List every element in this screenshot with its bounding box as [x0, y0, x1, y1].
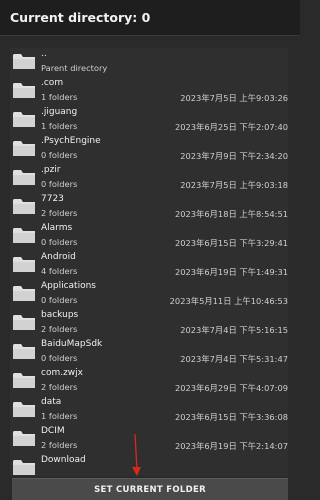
list-item[interactable]: com.zwjx 2 folders 2023年6月29日 下午4:07:09 — [10, 367, 288, 396]
folder-icon — [13, 199, 35, 214]
folder-count: 2 folders — [41, 208, 78, 218]
list-item[interactable]: Download — [10, 454, 288, 476]
folder-count: 0 folders — [41, 150, 78, 160]
folder-icon — [13, 170, 35, 185]
list-item[interactable]: .com 1 folders 2023年7月5日 上午9:03:26 — [10, 77, 288, 106]
list-item[interactable]: .jiguang 1 folders 2023年6月25日 下午2:07:40 — [10, 106, 288, 135]
folder-icon — [13, 344, 35, 359]
folder-list[interactable]: .. Parent directory .com 1 folders 2023年7月… — [10, 48, 288, 476]
parent-name: .. — [41, 49, 47, 59]
folder-count: 2 folders — [41, 382, 78, 392]
folder-name: com.zwjx — [41, 368, 83, 378]
folder-icon — [13, 257, 35, 272]
set-current-folder-button[interactable]: SET CURRENT FOLDER — [12, 478, 288, 500]
folder-name: DCIM — [41, 426, 65, 436]
folder-date: 2023年6月15日 下午3:36:08 — [174, 412, 288, 422]
folder-date: 2023年7月5日 上午9:03:18 — [180, 180, 288, 190]
folder-date: 2023年6月25日 下午2:07:40 — [174, 122, 288, 132]
list-item[interactable]: backups 2 folders 2023年7月4日 下午5:16:15 — [10, 309, 288, 338]
parent-label: Parent directory — [41, 63, 108, 73]
list-item[interactable]: .pzir 0 folders 2023年7月5日 上午9:03:18 — [10, 164, 288, 193]
folder-date: 2023年5月11日 上午10:46:53 — [169, 296, 288, 306]
list-item[interactable]: BaiduMapSdk 0 folders 2023年7月4日 下午5:31:47 — [10, 338, 288, 367]
list-item[interactable]: Alarms 0 folders 2023年6月15日 下午3:29:41 — [10, 222, 288, 251]
folder-icon — [13, 460, 35, 475]
folder-icon — [13, 315, 35, 330]
list-item-parent[interactable]: .. Parent directory — [10, 48, 288, 77]
folder-name: .pzir — [41, 165, 61, 175]
folder-icon — [13, 402, 35, 417]
folder-name: data — [41, 397, 62, 407]
folder-name: .PsychEngine — [41, 136, 101, 146]
folder-icon — [13, 141, 35, 156]
folder-name: backups — [41, 310, 79, 320]
list-item[interactable]: .PsychEngine 0 folders 2023年7月9日 下午2:34:20 — [10, 135, 288, 164]
folder-picker-dialog: Current directory: 0 .. Parent directory… — [0, 0, 300, 500]
arrow-down-icon — [132, 434, 141, 476]
folder-icon — [13, 83, 35, 98]
folder-count: 1 folders — [41, 92, 78, 102]
list-item[interactable]: Android 4 folders 2023年6月19日 下午1:49:31 — [10, 251, 288, 280]
folder-date: 2023年6月19日 下午1:49:31 — [174, 267, 288, 277]
list-item[interactable]: data 1 folders 2023年6月15日 下午3:36:08 — [10, 396, 288, 425]
folder-count: 0 folders — [41, 295, 78, 305]
folder-name: 7723 — [41, 194, 64, 204]
folder-name: .jiguang — [41, 107, 78, 117]
folder-icon — [13, 54, 35, 69]
folder-count: 4 folders — [41, 266, 78, 276]
folder-date: 2023年6月19日 下午2:14:07 — [174, 441, 288, 451]
folder-icon — [13, 228, 35, 243]
folder-date: 2023年6月29日 下午4:07:09 — [174, 383, 288, 393]
folder-name: BaiduMapSdk — [41, 339, 103, 349]
folder-count: 2 folders — [41, 324, 78, 334]
folder-count: 0 folders — [41, 353, 78, 363]
folder-date: 2023年6月18日 上午8:54:51 — [174, 209, 288, 219]
folder-count: 1 folders — [41, 121, 78, 131]
folder-name: Alarms — [41, 223, 73, 233]
folder-icon — [13, 112, 35, 127]
folder-date: 2023年6月15日 下午3:29:41 — [174, 238, 288, 248]
folder-count: 1 folders — [41, 411, 78, 421]
folder-name: Applications — [41, 281, 96, 291]
folder-name: Download — [41, 455, 86, 465]
folder-icon — [13, 286, 35, 301]
list-item[interactable]: 7723 2 folders 2023年6月18日 上午8:54:51 — [10, 193, 288, 222]
folder-icon — [13, 373, 35, 388]
dialog-title: Current directory: 0 — [10, 10, 151, 25]
folder-icon — [13, 431, 35, 446]
folder-date: 2023年7月5日 上午9:03:26 — [180, 93, 288, 103]
folder-count: 0 folders — [41, 179, 78, 189]
folder-date: 2023年7月4日 下午5:31:47 — [180, 354, 288, 364]
folder-name: .com — [41, 78, 64, 88]
folder-date: 2023年7月9日 下午2:34:20 — [180, 151, 288, 161]
folder-date: 2023年7月4日 下午5:16:15 — [180, 325, 288, 335]
folder-count: 2 folders — [41, 440, 78, 450]
list-item[interactable]: Applications 0 folders 2023年5月11日 上午10:46:… — [10, 280, 288, 309]
title-bar: Current directory: 0 — [0, 0, 300, 36]
folder-count: 0 folders — [41, 237, 78, 247]
list-item[interactable]: DCIM 2 folders 2023年6月19日 下午2:14:07 — [10, 425, 288, 454]
folder-name: Android — [41, 252, 76, 262]
